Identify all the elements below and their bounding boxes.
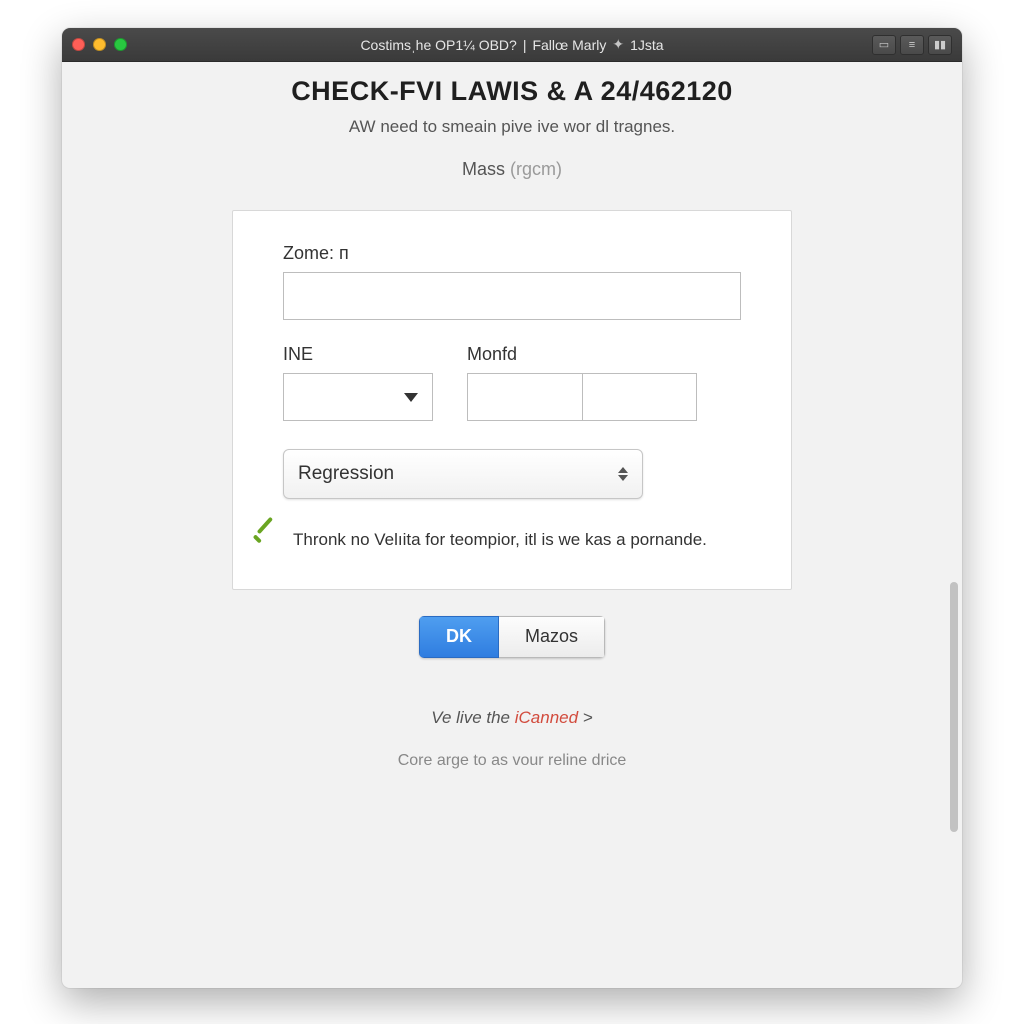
validation-note-text: Thronk no Velıita for teompior, itl is w… [293, 527, 707, 553]
monfd-input[interactable] [467, 373, 697, 421]
footer-link-pre: Ve live the [431, 708, 514, 727]
page-title: CHECK-FVI LAWIS & A 24/462120 [62, 76, 962, 107]
window-title-right: Fallœ Marly [532, 37, 606, 53]
validation-note: Thronk no Velıita for teompior, itl is w… [249, 527, 741, 553]
mazos-button-label: Mazos [525, 626, 578, 647]
button-group: DK Mazos [419, 616, 605, 658]
monfd-label: Monfd [467, 344, 741, 365]
row-ine-monfd: INE Monfd [283, 344, 741, 421]
monfd-input-right[interactable] [583, 374, 697, 420]
footer-link-em: iCanned [515, 708, 578, 727]
gear-icon: ✦ [612, 36, 624, 53]
window-title: Costimsˌhe OP1¼ OBD? | Fallœ Marly ✦ 1Js… [62, 36, 962, 53]
chevron-down-icon [618, 475, 628, 481]
regression-selected-label: Regression [298, 463, 394, 485]
chevron-down-icon [404, 393, 418, 402]
ok-button-label: DK [446, 626, 472, 647]
footer-link[interactable]: Ve live the iCanned > [62, 708, 962, 728]
stepper-icon [618, 467, 628, 481]
window-title-suffix: 1Jsta [630, 37, 663, 53]
scrollbar-thumb[interactable] [950, 582, 958, 832]
chevron-up-icon [618, 467, 628, 473]
ine-select[interactable] [283, 373, 433, 421]
ok-button[interactable]: DK [419, 616, 499, 658]
button-row: DK Mazos [62, 616, 962, 658]
zome-input[interactable] [283, 272, 741, 320]
mass-label: Mass [462, 159, 505, 179]
mass-label-row: Mass (rgcm) [62, 159, 962, 180]
titlebar: Costimsˌhe OP1¼ OBD? | Fallœ Marly ✦ 1Js… [62, 28, 962, 62]
monfd-input-left[interactable] [468, 374, 583, 420]
title-divider: | [523, 37, 527, 53]
regression-select[interactable]: Regression [283, 449, 643, 499]
mass-unit: (rgcm) [510, 159, 562, 179]
window-title-left: Costimsˌhe OP1¼ OBD? [360, 37, 516, 53]
app-window: Costimsˌhe OP1¼ OBD? | Fallœ Marly ✦ 1Js… [62, 28, 962, 988]
footer-subtext: Core arge to as vour reline drice [62, 752, 962, 770]
ine-label: INE [283, 344, 433, 365]
check-icon [249, 529, 279, 551]
footer-link-post: > [578, 708, 593, 727]
form-card: Zome: ᴨ INE Monfd Regre [232, 210, 792, 590]
zome-label: Zome: ᴨ [283, 243, 741, 264]
mazos-button[interactable]: Mazos [499, 616, 605, 658]
content-area: CHECK-FVI LAWIS & A 24/462120 AW need to… [62, 62, 962, 988]
page-subtitle: AW need to smeain pive ive wor dl tragne… [62, 117, 962, 137]
